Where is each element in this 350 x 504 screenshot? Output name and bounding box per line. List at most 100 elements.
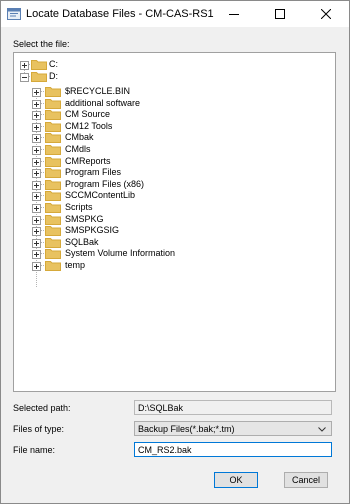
tree-item-folder[interactable]: CM Source (14, 109, 314, 121)
tree-item-label: C: (49, 59, 58, 69)
select-file-label: Select the file: (13, 39, 70, 49)
tree-item-folder[interactable]: SCCMContentLib (14, 190, 314, 202)
tree-item-folder[interactable]: Scripts (14, 202, 314, 213)
tree-connector (29, 75, 30, 77)
folder-icon (45, 190, 61, 202)
folder-icon (45, 86, 61, 97)
tree-item-folder[interactable]: Program Files (x86) (14, 179, 314, 190)
tree-item-folder[interactable]: SMSPKGSIG (14, 225, 314, 237)
tree-connector (41, 195, 44, 197)
maximize-icon (275, 9, 285, 19)
folder-icon (45, 214, 61, 225)
maximize-button[interactable] (257, 1, 303, 27)
tree-item-folder[interactable]: additional software (14, 98, 314, 109)
folder-icon (45, 248, 61, 260)
expand-icon[interactable] (32, 122, 41, 132)
tree-item-folder[interactable]: CMbak (14, 132, 314, 144)
tree-connector (41, 102, 44, 104)
cancel-button[interactable]: Cancel (284, 472, 328, 488)
files-of-type-select[interactable]: Backup Files(*.bak;*.tm) (134, 421, 332, 436)
tree-item-label: additional software (65, 97, 141, 108)
expand-icon[interactable] (32, 134, 41, 144)
tree-item-folder[interactable]: CM12 Tools (14, 121, 314, 132)
expand-icon[interactable] (32, 262, 41, 271)
title-bar[interactable]: Locate Database Files - CM-CAS-RS1 (1, 1, 349, 27)
expand-icon[interactable] (32, 169, 41, 179)
minimize-icon (229, 14, 239, 15)
expand-icon[interactable] (32, 215, 41, 225)
tree-item-folder[interactable]: $RECYCLE.BIN (14, 86, 314, 97)
expand-icon[interactable] (32, 180, 41, 190)
folder-icon (45, 225, 61, 237)
close-icon (321, 9, 331, 19)
tree-item-label: CMdls (65, 144, 91, 154)
expand-icon[interactable] (32, 238, 41, 248)
folder-icon (45, 156, 61, 167)
collapse-icon[interactable] (20, 72, 29, 82)
folder-icon (45, 237, 61, 248)
tree-connector (41, 265, 44, 266)
tree-item-label: $RECYCLE.BIN (65, 86, 131, 96)
expand-icon[interactable] (32, 227, 41, 237)
tree-item-label: Scripts (65, 202, 93, 212)
file-name-input[interactable]: CM_RS2.bak (134, 442, 332, 457)
file-tree[interactable]: C: D: $RECYCLE.BIN additional software CM So… (13, 52, 336, 392)
tree-item-label: CM Source (65, 109, 111, 120)
folder-icon (45, 167, 61, 179)
files-of-type-value: Backup Files(*.bak;*.tm) (138, 424, 235, 434)
tree-item-folder[interactable]: System Volume Information (14, 248, 314, 260)
expand-icon[interactable] (32, 99, 41, 109)
tree-item-label: SQLBak (65, 236, 99, 247)
tree-connector (41, 149, 44, 150)
tree-connector (41, 183, 44, 185)
tree-item-label: CM12 Tools (65, 120, 113, 131)
tree-item-label: SMSPKG (65, 213, 104, 224)
expand-icon[interactable] (32, 88, 41, 97)
chevron-down-icon (318, 427, 326, 432)
close-button[interactable] (303, 1, 349, 27)
tree-connector (41, 230, 44, 232)
tree-connector (41, 125, 44, 127)
tree-item-label: D: (49, 70, 58, 81)
folder-icon (31, 71, 47, 82)
selected-path-label: Selected path: (13, 403, 71, 413)
tree-item-label: SCCMContentLib (65, 190, 136, 201)
selected-path-field: D:\SQLBak (134, 400, 332, 415)
expand-icon[interactable] (32, 250, 41, 260)
folder-icon (45, 202, 61, 213)
minimize-button[interactable] (211, 1, 257, 27)
folder-icon (45, 260, 61, 271)
tree-item-folder[interactable]: SQLBak (14, 237, 314, 248)
tree-connector (41, 241, 44, 243)
expand-icon[interactable] (20, 61, 29, 70)
tree-item-folder[interactable]: CMReports (14, 156, 314, 167)
expand-icon[interactable] (32, 146, 41, 155)
tree-connector (41, 114, 44, 116)
tree-connector (41, 137, 44, 139)
locate-database-files-dialog: Locate Database Files - CM-CAS-RS1 Selec… (0, 0, 350, 504)
tree-item-label: CMReports (65, 155, 111, 166)
tree-item-drive[interactable]: C: (14, 59, 314, 70)
tree-item-label: SMSPKGSIG (65, 225, 120, 236)
expand-icon[interactable] (32, 111, 41, 121)
folder-icon (31, 59, 47, 70)
tree-item-folder[interactable]: Program Files (14, 167, 314, 179)
tree-connector (41, 218, 44, 220)
tree-item-label: Program Files (65, 167, 122, 178)
tree-item-label: System Volume Information (65, 248, 176, 259)
tree-item-folder[interactable]: SMSPKG (14, 214, 314, 225)
tree-connector (41, 207, 44, 208)
tree-connector (41, 172, 44, 174)
expand-icon[interactable] (32, 192, 41, 202)
tree-item-drive[interactable]: D: (14, 71, 314, 82)
expand-icon[interactable] (32, 204, 41, 213)
tree-connector (41, 160, 44, 162)
ok-button[interactable]: OK (214, 472, 258, 488)
expand-icon[interactable] (32, 157, 41, 167)
folder-icon (45, 109, 61, 121)
tree-connector (29, 64, 30, 65)
files-of-type-label: Files of type: (13, 424, 65, 434)
tree-item-folder[interactable]: CMdls (14, 144, 314, 155)
tree-item-label: Program Files (x86) (65, 178, 145, 189)
tree-item-folder[interactable]: temp (14, 260, 314, 271)
